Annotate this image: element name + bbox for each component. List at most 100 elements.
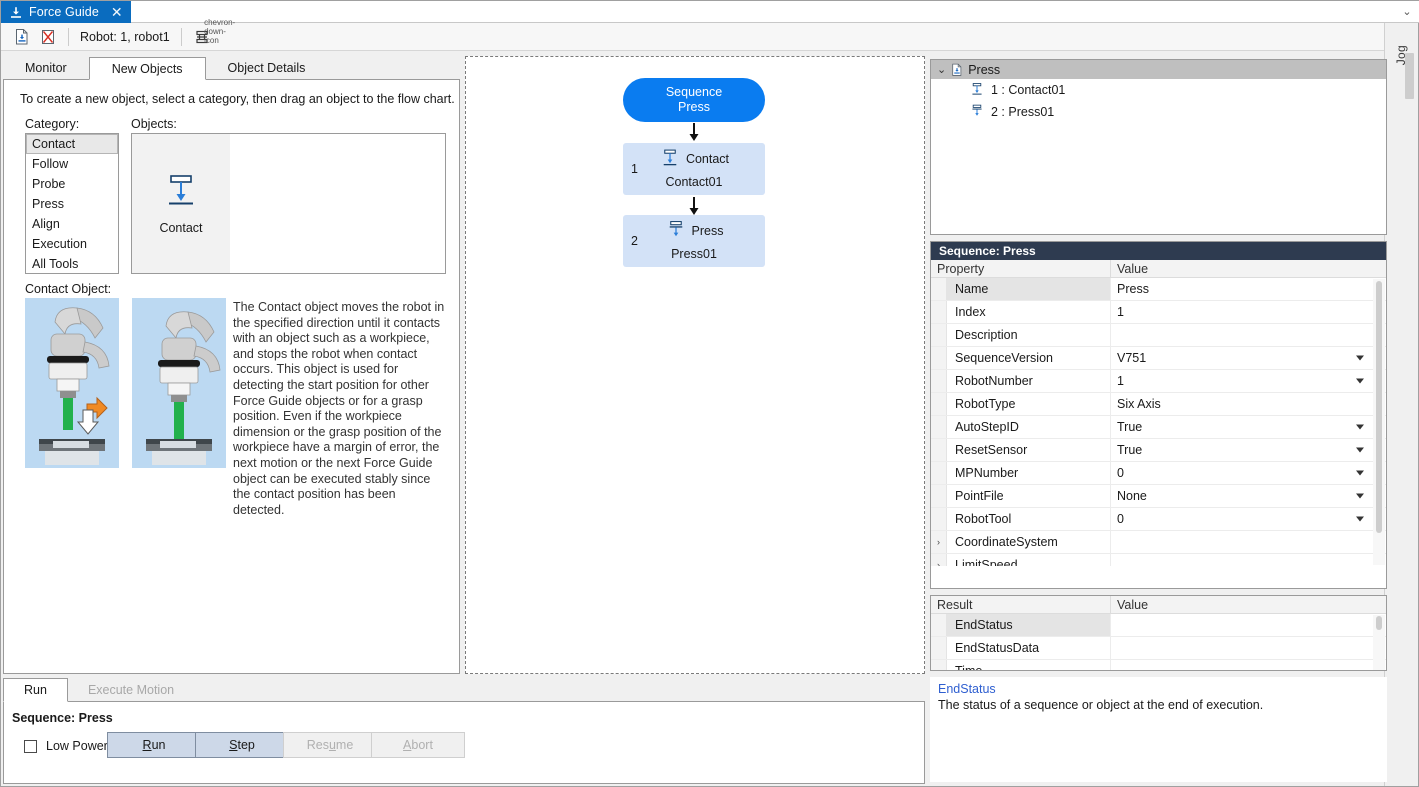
scrollbar-thumb[interactable] xyxy=(1376,616,1382,630)
property-value[interactable]: Press xyxy=(1111,278,1386,300)
result-row-endstatusdata[interactable]: EndStatusData xyxy=(931,637,1386,660)
result-grid-scrollbar[interactable] xyxy=(1373,615,1385,670)
chevron-down-icon[interactable] xyxy=(1356,494,1364,499)
jog-scrollbar[interactable] xyxy=(1405,53,1414,99)
tab-force-guide[interactable]: Force Guide ✕ xyxy=(1,1,131,23)
result-row-endstatus[interactable]: EndStatus xyxy=(931,614,1386,637)
sequence-file-icon xyxy=(950,63,964,77)
tree-root-press[interactable]: ⌄ Press xyxy=(931,60,1386,79)
step-button[interactable]: Step xyxy=(195,732,289,758)
chevron-down-icon[interactable] xyxy=(1356,379,1364,384)
category-item-align[interactable]: Align xyxy=(26,214,118,234)
category-label-press: Press xyxy=(32,197,64,211)
run-button-post: un xyxy=(152,738,166,752)
category-label-follow: Follow xyxy=(32,157,68,171)
press-object-icon xyxy=(665,220,687,242)
category-item-probe[interactable]: Probe xyxy=(26,174,118,194)
property-row-limitspeed[interactable]: › LimitSpeed xyxy=(931,554,1386,566)
property-value[interactable]: 0 xyxy=(1111,462,1386,484)
tree-root-label: Press xyxy=(968,63,1000,77)
toolbar-separator-1 xyxy=(68,28,69,46)
chevron-down-icon[interactable]: ⌄ xyxy=(937,63,946,76)
result-row-time[interactable]: Time xyxy=(931,660,1386,671)
toolbar-overflow-icon[interactable]: chevron-down-icon xyxy=(215,25,225,49)
property-row-index[interactable]: Index 1 xyxy=(931,301,1386,324)
flow-node-sequence[interactable]: Sequence Press xyxy=(623,78,765,122)
step-button-post: tep xyxy=(237,738,254,752)
property-value[interactable]: V751 xyxy=(1111,347,1386,369)
property-value[interactable] xyxy=(1111,324,1386,346)
step-button-accel: S xyxy=(229,738,237,752)
property-row-sequenceversion[interactable]: SequenceVersion V751 xyxy=(931,347,1386,370)
property-row-coordinatesystem[interactable]: › CoordinateSystem xyxy=(931,531,1386,554)
flow-node-press01[interactable]: 2 Press Press01 xyxy=(623,215,765,267)
chevron-down-icon[interactable] xyxy=(1356,471,1364,476)
help-panel: EndStatus The status of a sequence or ob… xyxy=(930,677,1387,782)
flow-node-contact-title: Contact xyxy=(623,148,765,170)
abort-button-post: bort xyxy=(411,738,433,752)
scrollbar-thumb[interactable] xyxy=(1376,281,1382,533)
tree-item-contact01[interactable]: 1 : Contact01 xyxy=(931,79,1386,101)
result-value[interactable] xyxy=(1111,660,1386,671)
row-gutter xyxy=(931,370,947,392)
save-sequence-icon[interactable] xyxy=(9,25,35,49)
tab-run[interactable]: Run xyxy=(3,678,68,702)
category-item-all-tools[interactable]: All Tools xyxy=(26,254,118,274)
property-row-description[interactable]: Description xyxy=(931,324,1386,347)
chevron-down-icon[interactable] xyxy=(1356,517,1364,522)
property-row-robottype[interactable]: RobotType Six Axis xyxy=(931,393,1386,416)
property-value[interactable]: None xyxy=(1111,485,1386,507)
property-row-autostepid[interactable]: AutoStepID True xyxy=(931,416,1386,439)
row-gutter xyxy=(931,462,947,484)
property-row-resetsensor[interactable]: ResetSensor True xyxy=(931,439,1386,462)
property-value[interactable]: Six Axis xyxy=(1111,393,1386,415)
low-power-checkbox[interactable]: Low Power xyxy=(24,739,108,753)
close-icon[interactable]: ✕ xyxy=(111,5,123,19)
property-grid-header: Property Value xyxy=(931,260,1386,278)
property-value[interactable]: True xyxy=(1111,439,1386,461)
result-value[interactable] xyxy=(1111,637,1386,659)
result-value[interactable] xyxy=(1111,614,1386,636)
expand-icon[interactable]: › xyxy=(931,531,947,553)
property-row-robotnumber[interactable]: RobotNumber 1 xyxy=(931,370,1386,393)
flow-node-contact01[interactable]: 1 Contact Contact01 xyxy=(623,143,765,195)
checkbox-box[interactable] xyxy=(24,740,37,753)
property-row-name[interactable]: Name Press xyxy=(931,278,1386,301)
delete-sequence-icon[interactable] xyxy=(35,25,61,49)
expand-icon[interactable]: › xyxy=(931,554,947,566)
robot-selector-label[interactable]: Robot: 1, robot1 xyxy=(76,30,174,44)
category-item-contact[interactable]: Contact xyxy=(26,134,118,154)
tree-item-press01[interactable]: 2 : Press01 xyxy=(931,101,1386,123)
property-value[interactable]: 1 xyxy=(1111,370,1386,392)
category-item-press[interactable]: Press xyxy=(26,194,118,214)
objects-list[interactable]: Contact xyxy=(131,133,446,274)
property-grid-scrollbar[interactable] xyxy=(1373,279,1385,565)
chevron-down-icon[interactable] xyxy=(1356,448,1364,453)
property-row-pointfile[interactable]: PointFile None xyxy=(931,485,1386,508)
run-panel-tabs: Run Execute Motion xyxy=(3,679,925,702)
category-item-follow[interactable]: Follow xyxy=(26,154,118,174)
chevron-down-icon[interactable] xyxy=(1356,425,1364,430)
property-value[interactable]: 1 xyxy=(1111,301,1386,323)
category-item-execution[interactable]: Execution xyxy=(26,234,118,254)
chevron-down-icon[interactable] xyxy=(1356,356,1364,361)
object-tile-contact[interactable]: Contact xyxy=(132,134,230,273)
run-button[interactable]: Run xyxy=(107,732,201,758)
tab-monitor-label: Monitor xyxy=(25,61,67,75)
property-name: LimitSpeed xyxy=(947,554,1111,566)
tab-new-objects[interactable]: New Objects xyxy=(89,57,206,80)
help-title: EndStatus xyxy=(930,677,1387,696)
category-list[interactable]: Contact Follow Probe Press Align Executi… xyxy=(25,133,119,274)
property-value[interactable] xyxy=(1111,531,1386,553)
tab-object-details[interactable]: Object Details xyxy=(206,57,328,79)
property-value[interactable]: 0 xyxy=(1111,508,1386,530)
property-row-robottool[interactable]: RobotTool 0 xyxy=(931,508,1386,531)
chevron-down-icon[interactable]: ⌄ xyxy=(1400,5,1414,19)
tab-execute-motion[interactable]: Execute Motion xyxy=(68,678,194,701)
property-value[interactable] xyxy=(1111,554,1386,566)
tab-monitor[interactable]: Monitor xyxy=(3,57,89,79)
property-row-mpnumber[interactable]: MPNumber 0 xyxy=(931,462,1386,485)
hint-text: To create a new object, select a categor… xyxy=(20,92,455,106)
property-value[interactable]: True xyxy=(1111,416,1386,438)
sequence-tree[interactable]: ⌄ Press 1 : Co xyxy=(930,59,1387,235)
